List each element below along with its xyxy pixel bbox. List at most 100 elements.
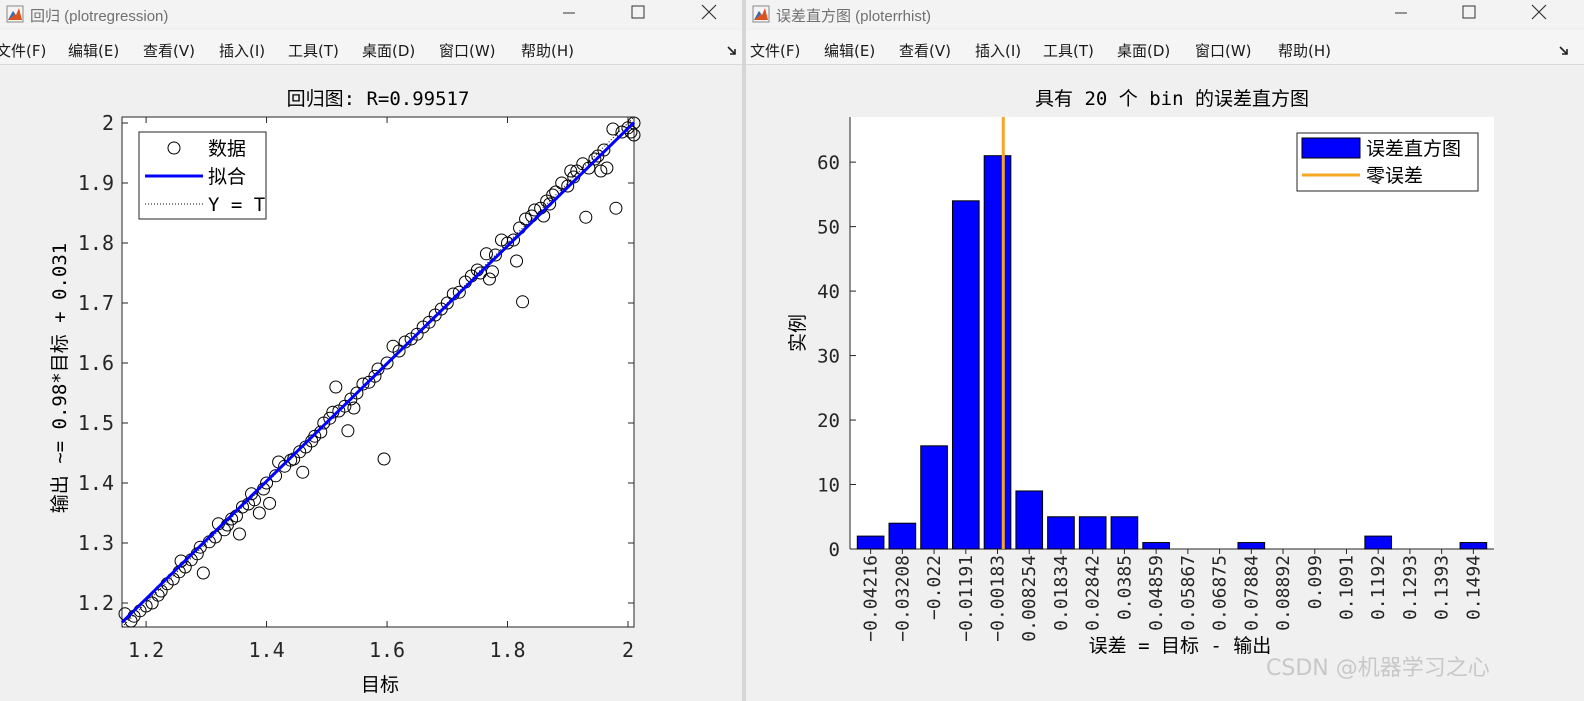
x-tick-label: 0.0385 xyxy=(1114,555,1135,620)
y-tick-label: 1.9 xyxy=(78,171,114,195)
histogram-bar xyxy=(983,155,1012,550)
y-tick-label: 0 xyxy=(829,539,840,561)
y-tick-label: 1.8 xyxy=(78,231,114,255)
histogram-bar xyxy=(951,200,980,550)
histogram-plot: 具有 20 个 bin 的误差直方图 0 10 20 30 40 50 60 −0.04216 −… xyxy=(787,88,1494,657)
histogram-bar xyxy=(1047,516,1075,550)
y-axis-label: 输出 ~= 0.98*目标 + 0.031 xyxy=(49,243,71,513)
histogram-bar xyxy=(1459,542,1488,550)
minimize-button[interactable] xyxy=(1378,0,1424,28)
x-tick-label: 0.1393 xyxy=(1432,555,1453,620)
x-tick-label: 0.06875 xyxy=(1210,555,1231,631)
y-tick-label: 10 xyxy=(817,475,840,497)
menu-insert[interactable]: 插入(I) xyxy=(219,40,265,61)
menu-bar: 文件(F) 编辑(E) 查看(V) 插入(I) 工具(T) 桌面(D) 窗口(W… xyxy=(746,30,1584,65)
x-tick-label: 1.4 xyxy=(249,638,285,662)
x-tick-label: 2 xyxy=(622,638,634,662)
x-tick-label: 0.04859 xyxy=(1146,555,1167,631)
menu-tools[interactable]: 工具(T) xyxy=(1043,40,1094,61)
menu-desktop[interactable]: 桌面(D) xyxy=(1117,40,1170,61)
x-tick-label: 0.01834 xyxy=(1051,555,1072,631)
matlab-icon xyxy=(752,5,770,23)
legend-label-fit: 拟合 xyxy=(208,166,246,188)
minimize-icon xyxy=(1395,12,1407,14)
maximize-icon xyxy=(1462,5,1476,19)
histogram-bar xyxy=(1078,516,1107,550)
regression-figure: 回归图: R=0.99517 1.2 1.4 1.6 1.8 2 1.2 1.3 1.4 1.5 1… xyxy=(0,65,742,701)
chart-title: 具有 20 个 bin 的误差直方图 xyxy=(1035,88,1309,110)
histogram-bar xyxy=(1015,490,1044,550)
menu-file[interactable]: 文件(F) xyxy=(0,40,46,61)
histogram-bar xyxy=(1237,542,1266,550)
histogram-bar xyxy=(888,522,917,550)
maximize-icon xyxy=(631,5,645,19)
x-tick-label: 0.07884 xyxy=(1241,555,1262,631)
x-tick-label: −0.01191 xyxy=(956,555,977,642)
x-axis-label: 误差 = 目标 - 输出 xyxy=(1089,635,1272,657)
y-tick-label: 2 xyxy=(102,111,114,135)
menu-window[interactable]: 窗口(W) xyxy=(439,40,496,61)
regression-window: 回归 (plotregression) 文件(F) 编辑(E) 查看(V) 插入… xyxy=(0,0,742,701)
x-tick-label: −0.04216 xyxy=(861,555,882,642)
x-tick-label: 0.008254 xyxy=(1019,555,1040,642)
menu-insert[interactable]: 插入(I) xyxy=(975,40,1021,61)
y-tick-label: 20 xyxy=(817,410,840,432)
menu-edit[interactable]: 编辑(E) xyxy=(824,40,875,61)
menu-view[interactable]: 查看(V) xyxy=(899,40,951,61)
regression-plot: 回归图: R=0.99517 1.2 1.4 1.6 1.8 2 1.2 1.3 1.4 1.5 1… xyxy=(49,88,641,696)
menu-view[interactable]: 查看(V) xyxy=(143,40,195,61)
chart-title: 回归图: R=0.99517 xyxy=(287,88,470,110)
menu-bar: 文件(F) 编辑(E) 查看(V) 插入(I) 工具(T) 桌面(D) 窗口(W… xyxy=(0,30,742,65)
maximize-button[interactable] xyxy=(615,0,661,28)
y-tick-label: 60 xyxy=(817,152,840,174)
x-tick-label: 1.2 xyxy=(128,638,164,662)
title-bar[interactable]: 误差直方图 (ploterrhist) xyxy=(746,0,1584,28)
menu-tools[interactable]: 工具(T) xyxy=(288,40,339,61)
menu-help[interactable]: 帮助(H) xyxy=(1278,40,1331,61)
x-tick-label: 0.1293 xyxy=(1400,555,1421,620)
close-button[interactable] xyxy=(686,0,732,28)
legend-swatch-hist xyxy=(1301,137,1361,159)
window-title: 误差直方图 (ploterrhist) xyxy=(776,8,932,25)
x-tick-label: 0.1091 xyxy=(1336,555,1357,620)
histogram-bar xyxy=(1364,535,1393,550)
y-tick-label: 40 xyxy=(817,281,840,303)
y-tick-label: 1.6 xyxy=(78,351,114,375)
minimize-icon xyxy=(563,12,575,14)
y-tick-label: 1.2 xyxy=(78,591,114,615)
y-tick-label: 30 xyxy=(817,346,840,368)
histogram-bar xyxy=(856,535,885,550)
menu-file[interactable]: 文件(F) xyxy=(750,40,800,61)
histogram-bar xyxy=(920,445,948,550)
y-axis-label: 实例 xyxy=(787,314,809,352)
menu-window[interactable]: 窗口(W) xyxy=(1195,40,1252,61)
minimize-button[interactable] xyxy=(546,0,592,28)
close-button[interactable] xyxy=(1516,0,1562,28)
x-axis-label: 目标 xyxy=(361,674,399,696)
legend-label-hist: 误差直方图 xyxy=(1366,138,1461,160)
x-tick-label: 0.05867 xyxy=(1178,555,1199,631)
legend-label-data: 数据 xyxy=(208,138,246,160)
x-tick-label: −0.022 xyxy=(924,555,945,620)
close-icon xyxy=(701,4,717,20)
watermark: CSDN @机器学习之心 xyxy=(1266,656,1490,681)
error-histogram-window: 误差直方图 (ploterrhist) 文件(F) 编辑(E) 查看(V) 插入… xyxy=(746,0,1584,701)
menu-desktop[interactable]: 桌面(D) xyxy=(362,40,415,61)
title-bar[interactable]: 回归 (plotregression) xyxy=(0,0,742,28)
y-tick-label: 1.4 xyxy=(78,471,114,495)
histogram-bar xyxy=(1110,516,1139,550)
y-tick-label: 50 xyxy=(817,217,840,239)
maximize-button[interactable] xyxy=(1446,0,1492,28)
x-tick-label: 0.02842 xyxy=(1083,555,1104,631)
matlab-icon xyxy=(6,5,24,23)
menu-edit[interactable]: 编辑(E) xyxy=(68,40,119,61)
menu-help[interactable]: 帮助(H) xyxy=(521,40,574,61)
dock-arrow-icon[interactable] xyxy=(726,44,738,56)
legend: 误差直方图零误差 xyxy=(1296,132,1479,192)
legend-label-ideal: Y = T xyxy=(208,194,265,216)
close-icon xyxy=(1531,4,1547,20)
dock-arrow-icon[interactable] xyxy=(1558,44,1570,56)
y-tick-label: 1.7 xyxy=(78,291,114,315)
x-tick-label: −0.00183 xyxy=(988,555,1009,642)
x-tick-label: 0.08892 xyxy=(1273,555,1294,631)
